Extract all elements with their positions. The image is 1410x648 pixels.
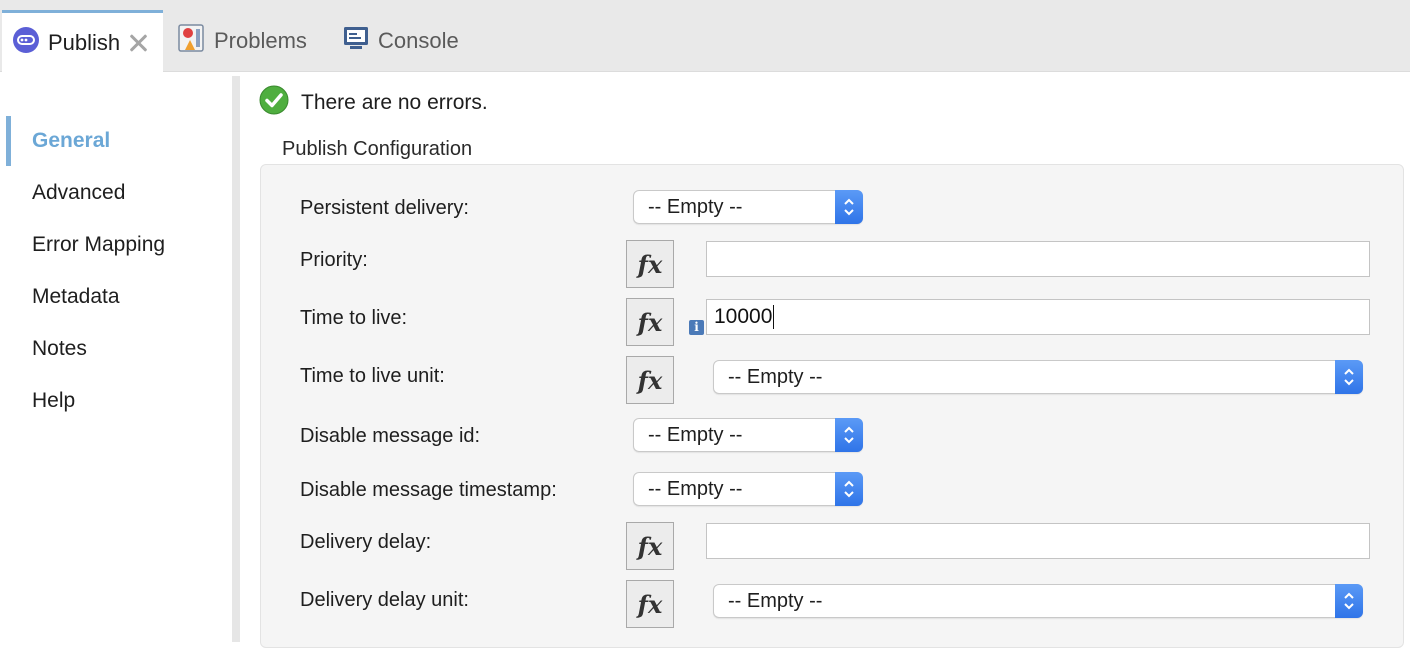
status-text: There are no errors. xyxy=(301,91,488,114)
disable-message-timestamp-label: Disable message timestamp: xyxy=(300,479,557,501)
time-to-live-unit-select[interactable]: -- Empty -- xyxy=(713,360,1363,394)
updown-arrows-icon xyxy=(835,472,863,506)
sidebar-item-metadata[interactable]: Metadata xyxy=(32,285,120,309)
persistent-delivery-select[interactable]: -- Empty -- xyxy=(633,190,863,224)
section-title: Publish Configuration xyxy=(282,138,473,160)
delivery-delay-unit-select[interactable]: -- Empty -- xyxy=(713,584,1363,618)
close-icon[interactable] xyxy=(128,33,148,53)
priority-fx-button[interactable]: fx xyxy=(626,240,674,288)
time-to-live-fx-button[interactable]: fx xyxy=(626,298,674,346)
select-value: -- Empty -- xyxy=(728,589,823,612)
editor-tab-bar: Publish Problems Console xyxy=(0,0,1410,73)
text-caret xyxy=(773,305,775,329)
delivery-delay-unit-fx-button[interactable]: fx xyxy=(626,580,674,628)
time-to-live-unit-fx-button[interactable]: fx xyxy=(626,356,674,404)
sidebar-divider[interactable] xyxy=(232,76,240,642)
tab-problems[interactable]: Problems xyxy=(176,10,326,72)
sidebar-item-notes[interactable]: Notes xyxy=(32,337,87,361)
check-circle-icon xyxy=(259,85,289,121)
priority-label: Priority: xyxy=(300,249,368,271)
tab-publish-label: Publish xyxy=(48,30,121,55)
tab-publish[interactable]: Publish xyxy=(2,10,163,73)
sidebar-item-advanced[interactable]: Advanced xyxy=(32,181,125,205)
tab-console[interactable]: Console xyxy=(342,10,492,72)
sidebar-item-error-mapping[interactable]: Error Mapping xyxy=(32,233,165,257)
select-value: -- Empty -- xyxy=(728,365,823,388)
disable-message-id-select[interactable]: -- Empty -- xyxy=(633,418,863,452)
delivery-delay-fx-button[interactable]: fx xyxy=(626,522,674,570)
time-to-live-unit-label: Time to live unit: xyxy=(300,365,445,387)
disable-message-timestamp-select[interactable]: -- Empty -- xyxy=(633,472,863,506)
disable-message-id-label: Disable message id: xyxy=(300,425,481,447)
select-value: -- Empty -- xyxy=(648,423,743,446)
persistent-delivery-label: Persistent delivery: xyxy=(300,197,469,219)
select-value: -- Empty -- xyxy=(648,195,743,218)
time-to-live-input[interactable]: 10000 xyxy=(706,299,1370,335)
publish-icon xyxy=(12,26,40,60)
time-to-live-value: 10000 xyxy=(714,305,773,328)
problems-icon xyxy=(176,23,206,59)
console-icon xyxy=(342,24,370,58)
delivery-delay-unit-label: Delivery delay unit: xyxy=(300,589,469,611)
priority-input[interactable] xyxy=(706,241,1370,277)
tab-console-label: Console xyxy=(378,28,459,53)
publish-configuration-panel xyxy=(260,164,1404,648)
updown-arrows-icon xyxy=(835,190,863,224)
updown-arrows-icon xyxy=(835,418,863,452)
delivery-delay-input[interactable] xyxy=(706,523,1370,559)
time-to-live-label: Time to live: xyxy=(300,307,408,329)
info-icon[interactable]: i xyxy=(689,320,704,335)
validation-status: There are no errors. xyxy=(259,85,488,121)
sidebar-item-help[interactable]: Help xyxy=(32,389,75,413)
tab-problems-label: Problems xyxy=(214,28,307,53)
updown-arrows-icon xyxy=(1335,360,1363,394)
sidebar-item-general[interactable]: General xyxy=(32,129,110,153)
select-value: -- Empty -- xyxy=(648,477,743,500)
active-nav-indicator xyxy=(6,116,11,166)
updown-arrows-icon xyxy=(1335,584,1363,618)
delivery-delay-label: Delivery delay: xyxy=(300,531,432,553)
